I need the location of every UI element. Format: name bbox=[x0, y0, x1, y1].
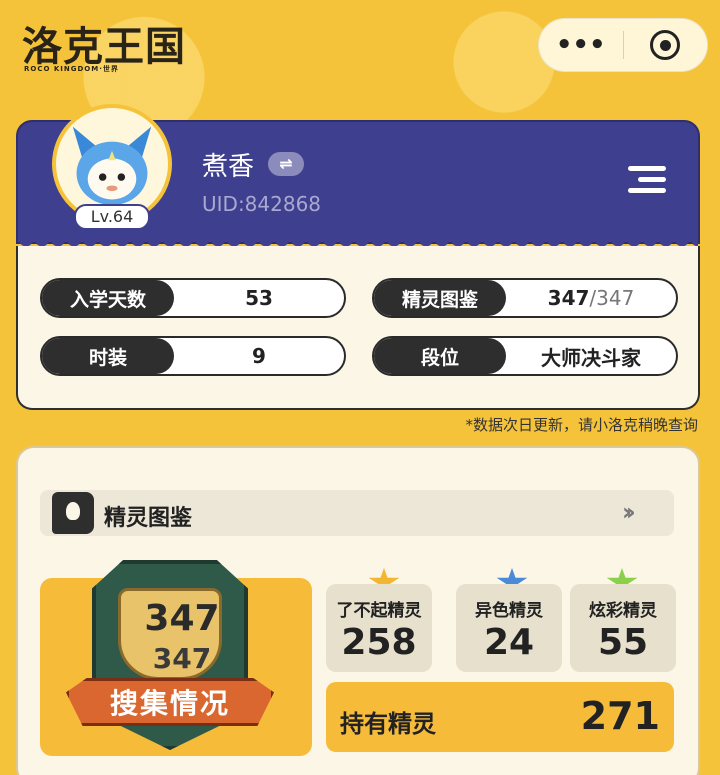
stat-label: 时装 bbox=[42, 338, 174, 374]
level-badge: Lv.64 bbox=[74, 204, 150, 230]
double-chevron-icon[interactable]: ›› bbox=[622, 498, 636, 526]
collection-ribbon: 搜集情况 bbox=[66, 678, 274, 726]
category-rainbow[interactable]: 炫彩精灵 55 bbox=[570, 584, 676, 672]
pokedex-total: /347 bbox=[589, 286, 635, 310]
mini-program-capsule: ••• bbox=[538, 18, 708, 72]
category-shiny[interactable]: 异色精灵 24 bbox=[456, 584, 562, 672]
category-label: 炫彩精灵 bbox=[589, 601, 657, 621]
stat-value: 53 bbox=[245, 286, 273, 310]
trophy-total: 347 bbox=[152, 642, 212, 675]
stat-label: 精灵图鉴 bbox=[374, 280, 506, 316]
stat-rank: 段位 大师决斗家 bbox=[372, 336, 678, 376]
category-value: 258 bbox=[341, 622, 417, 663]
user-id: UID:842868 bbox=[202, 192, 322, 216]
ribbon-label: 搜集情况 bbox=[109, 687, 230, 720]
category-label: 异色精灵 bbox=[475, 601, 543, 621]
switch-account-button[interactable]: ⇌ bbox=[268, 152, 304, 176]
stat-label: 段位 bbox=[374, 338, 506, 374]
book-icon bbox=[52, 492, 94, 534]
username: 煮香 bbox=[202, 152, 255, 182]
menu-icon[interactable] bbox=[628, 166, 666, 198]
category-label: 了不起精灵 bbox=[336, 601, 422, 621]
owned-value: 271 bbox=[580, 694, 660, 738]
pokedex-count: 347 bbox=[547, 286, 590, 310]
close-button[interactable] bbox=[624, 30, 708, 60]
trophy-collected: 347 bbox=[144, 598, 220, 639]
stat-value: 9 bbox=[252, 344, 266, 368]
owned-label: 持有精灵 bbox=[340, 710, 436, 738]
stat-label: 入学天数 bbox=[42, 280, 174, 316]
category-value: 24 bbox=[483, 622, 535, 663]
stat-costume: 时装 9 bbox=[40, 336, 346, 376]
stat-value: 大师决斗家 bbox=[541, 345, 641, 370]
stat-value: 347/347 bbox=[506, 286, 676, 310]
category-great[interactable]: 了不起精灵 258 bbox=[326, 584, 432, 672]
stat-enroll-days: 入学天数 53 bbox=[40, 278, 346, 318]
category-value: 55 bbox=[597, 622, 649, 663]
ellipsis-icon[interactable]: ••• bbox=[539, 32, 623, 58]
game-logo-subtitle: ROCO KINGDOM·世界 bbox=[24, 65, 119, 73]
section-title: 精灵图鉴 bbox=[104, 506, 193, 531]
stats-card bbox=[16, 246, 700, 410]
stat-pokedex: 精灵图鉴 347/347 bbox=[372, 278, 678, 318]
data-update-note: *数据次日更新，请小洛克稍晚查询 bbox=[465, 416, 698, 434]
target-icon bbox=[650, 30, 681, 60]
